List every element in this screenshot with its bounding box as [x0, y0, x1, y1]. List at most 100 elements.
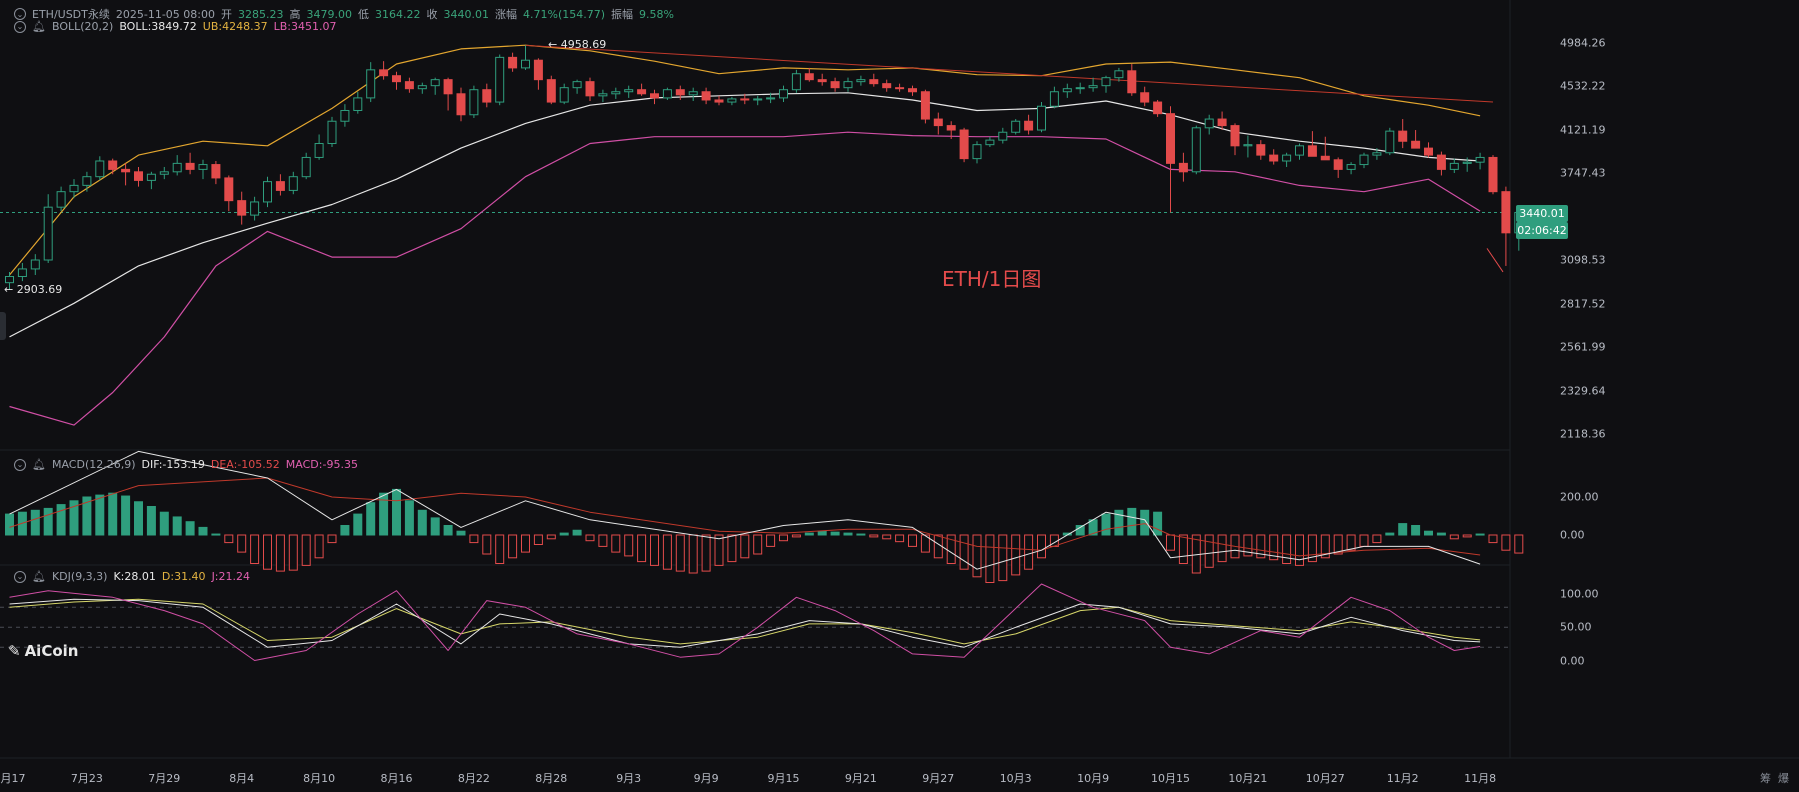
candle-body	[379, 69, 389, 77]
candle-body	[1320, 155, 1330, 161]
candle	[856, 75, 866, 86]
candle	[972, 141, 982, 164]
candle-body	[1127, 70, 1137, 94]
candle-body	[1204, 118, 1214, 129]
kdj-label[interactable]: KDJ(9,3,3)	[52, 570, 108, 583]
dea-value: DEA:-105.52	[210, 458, 280, 471]
y-tick-label: 2561.99	[1560, 340, 1606, 354]
x-tick-label: 10月15	[1151, 772, 1190, 785]
candle	[1307, 131, 1317, 157]
candle	[1230, 123, 1240, 156]
chevron-down-icon[interactable]: ⌄	[14, 458, 26, 471]
macd-bar	[624, 534, 634, 557]
macd-label[interactable]: MACD(12,26,9)	[52, 458, 136, 471]
macd-bar	[1436, 532, 1446, 536]
candle	[250, 196, 260, 221]
x-tick-label: 8月16	[380, 772, 413, 785]
dif-value: DIF:-153.19	[141, 458, 205, 471]
macd-bar	[172, 516, 182, 536]
candle	[533, 58, 543, 90]
candle-body	[134, 171, 143, 181]
macd-bar	[1385, 532, 1395, 536]
candle	[637, 83, 647, 96]
candle	[882, 79, 892, 92]
candle	[146, 171, 156, 190]
candle-body	[688, 91, 698, 96]
y-tick-label: 200.00	[1560, 490, 1599, 504]
candle	[688, 87, 698, 102]
x-tick-label: 8月4	[229, 772, 255, 785]
candle-body	[959, 129, 969, 160]
candle	[675, 85, 685, 100]
chart-canvas[interactable]	[0, 0, 1799, 792]
macd-bar	[740, 534, 750, 559]
candle-body	[714, 99, 724, 103]
high-value: 3479.00	[306, 7, 353, 21]
last-price-badge: 3440.01	[1516, 205, 1568, 222]
bell-icon[interactable]: 🔔︎	[32, 570, 46, 583]
candle-body	[843, 81, 853, 89]
candle-body	[211, 164, 221, 179]
chip-distribution-button[interactable]: 筹	[1760, 770, 1771, 786]
chevron-down-icon[interactable]: ⌄	[14, 20, 26, 33]
y-tick-label: 0.00	[1560, 528, 1585, 542]
candle-body	[430, 79, 440, 87]
candle	[1153, 99, 1163, 117]
x-tick-label: 9月9	[693, 772, 719, 785]
candle-body	[572, 81, 582, 89]
candle-body	[1359, 154, 1369, 166]
bell-icon[interactable]: 🔔︎	[32, 20, 46, 33]
macd-bar	[701, 534, 711, 572]
candle	[701, 87, 711, 105]
candle	[185, 152, 195, 175]
x-tick-label: 10月3	[999, 772, 1032, 785]
candle-body	[869, 79, 879, 85]
macd-bar	[533, 534, 543, 545]
bell-icon[interactable]: 🔔︎	[32, 458, 46, 471]
macd-bar	[1037, 534, 1046, 559]
candle-body	[1075, 87, 1085, 90]
macd-bar	[1424, 530, 1433, 536]
candle-body	[701, 91, 711, 101]
candle	[1424, 142, 1433, 158]
candle-body	[1282, 154, 1292, 162]
candle	[469, 85, 479, 118]
candle-body	[288, 176, 298, 191]
candle-body	[1488, 156, 1498, 193]
candle-body	[779, 89, 788, 99]
candle-body	[56, 191, 66, 208]
liquidation-button[interactable]: 爆	[1778, 770, 1789, 786]
y-tick-label: 3747.43	[1560, 166, 1606, 180]
candle-body	[482, 89, 492, 103]
chevron-down-icon[interactable]: ⌄	[14, 8, 26, 20]
candle-body	[882, 83, 892, 89]
y-tick-label: 50.00	[1560, 620, 1592, 634]
candle-body	[392, 75, 401, 83]
candle-body	[740, 98, 750, 101]
candle	[134, 166, 143, 187]
macd-bar	[314, 534, 324, 559]
chevron-down-icon[interactable]: ⌄	[14, 570, 26, 583]
macd-bar	[546, 534, 556, 540]
logo-icon: ✎	[8, 642, 21, 660]
candle-body	[69, 184, 79, 193]
candle	[779, 85, 788, 103]
candle-body	[1217, 118, 1227, 127]
candle-body	[443, 79, 453, 95]
candle	[43, 194, 53, 263]
macd-bar	[327, 534, 337, 544]
candle	[1140, 86, 1150, 107]
macd-bar	[675, 534, 685, 572]
boll-label[interactable]: BOLL(20,2)	[52, 20, 113, 33]
candle	[1475, 152, 1485, 170]
panel-drag-handle[interactable]	[0, 312, 6, 340]
candle-body	[1295, 145, 1304, 156]
macd-bar	[146, 506, 156, 536]
y-tick-label: 0.00	[1560, 654, 1585, 667]
candle	[1024, 114, 1034, 135]
candle-body	[30, 259, 40, 270]
candle	[1217, 111, 1227, 131]
candle	[546, 75, 556, 105]
candle-body	[1114, 70, 1124, 79]
y-tick-label: 4532.22	[1560, 79, 1606, 93]
